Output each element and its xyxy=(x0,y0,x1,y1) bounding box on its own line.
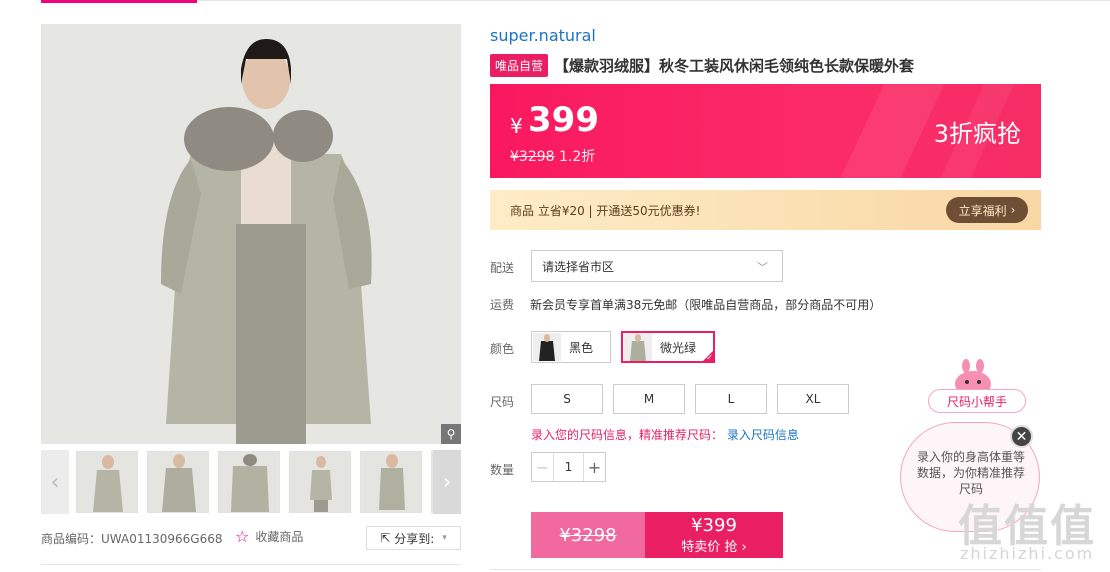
self-operated-badge: 唯品自营 xyxy=(490,54,549,77)
chevron-down-icon: ▾ xyxy=(442,533,447,543)
share-label: 分享到: xyxy=(394,531,435,546)
quantity-decrease-button[interactable]: − xyxy=(532,453,554,481)
color-option-label: 微光绿 xyxy=(660,340,697,355)
buy-label-line: 特卖价 抢 › xyxy=(681,536,746,555)
chevron-right-icon: › xyxy=(1010,203,1016,217)
black-swatch xyxy=(533,333,561,361)
color-label: 颜色 xyxy=(490,342,515,356)
zoom-icon[interactable]: ⚲ xyxy=(441,424,461,444)
buy-now-panel[interactable]: ¥399 特卖价 抢 › xyxy=(645,512,783,558)
shipping-policy: 新会员专享首单满38元免邮（限唯品自营商品，部分商品不可用） xyxy=(530,298,882,312)
size-option-s[interactable]: S xyxy=(531,384,603,414)
claim-benefit-button[interactable]: 立享福利 › xyxy=(946,197,1028,223)
light-green-swatch xyxy=(624,333,652,361)
color-option-black[interactable]: 黑色 xyxy=(531,331,611,363)
thumbnail-1[interactable] xyxy=(76,451,138,513)
size-helper-tag[interactable]: 尺码小帮手 xyxy=(928,389,1026,413)
top-tab-indicator xyxy=(41,0,197,3)
left-bottom-divider xyxy=(41,564,461,565)
size-label: 尺码 xyxy=(490,395,515,409)
size-option-xl[interactable]: XL xyxy=(777,384,849,414)
size-option-m[interactable]: M xyxy=(613,384,685,414)
thumbnail-5[interactable] xyxy=(360,451,422,513)
delivery-label: 配送 xyxy=(490,261,515,275)
size-info-line: 录入您的尺码信息，精准推荐尺码： 录入尺码信息 xyxy=(531,426,799,443)
star-icon: ☆ xyxy=(235,527,250,546)
coupon-text: 商品 立省¥20 | 开通送50元优惠券! xyxy=(510,204,701,218)
quantity-stepper: − 1 + xyxy=(531,452,606,482)
thumbnail-4[interactable] xyxy=(289,451,351,513)
thumbnail-strip: ‹ › xyxy=(41,450,461,514)
top-divider xyxy=(197,0,1110,1)
sku-code: 商品编码：UWA01130966G668 xyxy=(41,532,223,546)
thumbnail-3[interactable] xyxy=(218,451,280,513)
close-icon[interactable]: ✕ xyxy=(1010,425,1033,448)
discount-rate: 1.2折 xyxy=(559,149,596,165)
buy-original-price: ¥3298 xyxy=(531,512,645,558)
chevron-right-icon: › xyxy=(741,540,747,555)
chevron-down-icon: ﹀ xyxy=(757,261,768,274)
title-row: 唯品自营 【爆款羽绒服】秋冬工装风休闲毛领纯色长款保暖外套 xyxy=(490,54,914,77)
original-price: ¥3298 xyxy=(510,149,555,165)
watermark-url: zhizhizhi.com xyxy=(960,544,1095,563)
size-info-text: 录入您的尺码信息，精准推荐尺码： xyxy=(531,428,724,442)
quantity-value[interactable]: 1 xyxy=(554,460,583,474)
original-price-line: ¥3298 1.2折 xyxy=(510,146,595,166)
favorite-label: 收藏商品 xyxy=(255,530,304,544)
buy-button[interactable]: ¥3298 ¥399 特卖价 抢 › xyxy=(531,512,783,558)
current-price: 399 xyxy=(528,100,599,140)
shipping-label: 运费 xyxy=(490,298,515,312)
buy-label: 特卖价 抢 xyxy=(681,540,738,555)
favorite-button[interactable]: ☆ 收藏商品 xyxy=(235,527,303,546)
color-option-label: 黑色 xyxy=(569,340,594,355)
region-select[interactable]: 请选择省市区 ﹀ xyxy=(531,250,783,282)
currency-symbol: ¥ xyxy=(510,114,523,138)
thumbnail-prev-button[interactable]: ‹ xyxy=(41,450,69,514)
right-bottom-divider xyxy=(490,569,1041,570)
main-product-image[interactable]: ⚲ xyxy=(41,24,461,444)
product-title: 【爆款羽绒服】秋冬工装风休闲毛领纯色长款保暖外套 xyxy=(554,57,915,75)
coupon-bar: 商品 立省¥20 | 开通送50元优惠券! 立享福利 › xyxy=(490,190,1041,230)
size-option-l[interactable]: L xyxy=(695,384,767,414)
brand-link[interactable]: super.natural xyxy=(490,26,596,45)
quantity-increase-button[interactable]: + xyxy=(583,453,605,481)
thumbnail-next-button[interactable]: › xyxy=(433,450,461,514)
quantity-label: 数量 xyxy=(490,463,515,477)
model-illustration xyxy=(41,24,461,444)
region-placeholder: 请选择省市区 xyxy=(542,259,615,274)
buy-price: ¥399 xyxy=(691,515,737,536)
size-info-link[interactable]: 录入尺码信息 xyxy=(727,428,799,442)
price-banner: ¥ 399 ¥3298 1.2折 3折疯抢 xyxy=(490,84,1041,178)
promo-label: 3折疯抢 xyxy=(933,120,1021,148)
share-dropdown[interactable]: ⇱ 分享到: ▾ xyxy=(366,526,461,550)
share-icon: ⇱ xyxy=(380,531,391,545)
claim-benefit-label: 立享福利 xyxy=(958,203,1007,218)
color-option-light-green[interactable]: 微光绿 ✓ xyxy=(621,331,715,363)
check-icon: ✓ xyxy=(706,353,713,362)
thumbnail-2[interactable] xyxy=(147,451,209,513)
